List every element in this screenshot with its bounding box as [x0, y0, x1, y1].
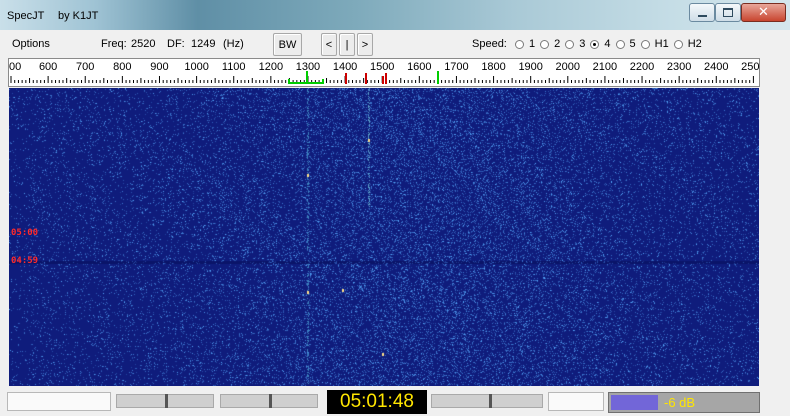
speed-radio-group: 1 2 3 4 5 H1 H2	[515, 37, 707, 51]
df-value: 1249	[191, 38, 216, 50]
df-label: DF:	[167, 38, 185, 50]
close-button[interactable]: ✕	[741, 3, 786, 22]
status-field-mid	[548, 392, 604, 411]
radio-circle[interactable]	[540, 39, 550, 49]
slider-thumb[interactable]	[165, 394, 168, 408]
scale-tick-label: 2400	[704, 61, 728, 73]
right-margin	[760, 58, 790, 388]
toolbar: Options Freq: 2520 DF: 1249 (Hz) BW < | …	[0, 30, 790, 58]
speed-radio-label: 5	[629, 38, 636, 50]
freq-label: Freq:	[101, 38, 127, 50]
scale-tick-label: 1400	[333, 61, 357, 73]
speed-radio-label: H1	[654, 38, 669, 50]
app-byline: by K1JT	[58, 10, 99, 22]
contrast-slider[interactable]	[220, 394, 318, 408]
shift-right-button[interactable]: >	[357, 33, 373, 56]
title-bar: SpecJT by K1JT ✕	[0, 0, 790, 30]
scale-tick-label: 800	[113, 61, 131, 73]
signal-level-bar	[611, 395, 658, 410]
slider-thumb[interactable]	[269, 394, 272, 408]
scale-tick-label: 1700	[444, 61, 468, 73]
speed-radio-h1[interactable]: H1	[640, 37, 669, 51]
signal-level-text: -6 dB	[664, 395, 696, 410]
close-icon: ✕	[758, 5, 769, 20]
speed-radio-3[interactable]: 3	[565, 37, 585, 51]
app-title: SpecJT	[7, 10, 45, 22]
maximize-icon	[723, 8, 733, 17]
scale-tick-label: 1000	[184, 61, 208, 73]
utc-clock: 05:01:48	[327, 390, 427, 414]
waterfall-time-label: 04:59	[11, 256, 39, 266]
freq-value: 2520	[131, 38, 156, 50]
brightness-slider[interactable]	[116, 394, 214, 408]
scale-tick-label: 2500	[741, 61, 759, 73]
minimize-button[interactable]	[689, 3, 715, 22]
scale-tick-label: 2100	[593, 61, 617, 73]
scale-tick-label: 1600	[407, 61, 431, 73]
scale-tick-label: 1500	[370, 61, 394, 73]
hz-label: (Hz)	[223, 38, 244, 50]
shift-left-button[interactable]: <	[321, 33, 337, 56]
waterfall-display[interactable]: 05:00 04:59	[9, 88, 759, 386]
frequency-scale[interactable]: 00 600 700 800 900 1000 1100 1200 1300 1400 1500 16…	[8, 58, 760, 87]
scale-tick-label: 2000	[556, 61, 580, 73]
speed-label: Speed:	[472, 38, 507, 50]
scale-tick-label: 1900	[518, 61, 542, 73]
scale-tick-label: 700	[76, 61, 94, 73]
speed-radio-5[interactable]: 5	[615, 37, 636, 51]
speed-radio-2[interactable]: 2	[540, 37, 560, 51]
bw-button[interactable]: BW	[273, 33, 302, 56]
radio-circle[interactable]	[515, 39, 524, 49]
scale-tick-label: 1800	[481, 61, 505, 73]
radio-circle[interactable]	[590, 39, 600, 49]
status-field-left	[7, 392, 111, 411]
frequency-scale-svg: 00 600 700 800 900 1000 1100 1200 1300 1400 1500 16…	[9, 61, 759, 84]
speed-radio-h2[interactable]: H2	[673, 37, 702, 51]
speed-radio-1[interactable]: 1	[515, 37, 535, 51]
scale-tick-label: 00	[9, 61, 21, 73]
radio-circle[interactable]	[640, 39, 650, 49]
gain-slider[interactable]	[431, 394, 543, 408]
options-menu[interactable]: Options	[12, 38, 50, 50]
scale-tick-label: 1100	[222, 61, 246, 73]
speed-radio-label: 4	[604, 38, 611, 50]
waterfall-canvas	[9, 88, 759, 386]
scale-tick-label: 1200	[259, 61, 283, 73]
scale-tick-label: 900	[150, 61, 168, 73]
maximize-button[interactable]	[715, 3, 741, 22]
minimize-icon	[697, 14, 707, 17]
speed-radio-4[interactable]: 4	[590, 37, 611, 51]
scale-tick-label: 600	[39, 61, 57, 73]
speed-radio-label: 2	[554, 38, 561, 50]
slider-thumb[interactable]	[489, 394, 492, 408]
scale-tick-label: 2200	[630, 61, 654, 73]
radio-circle[interactable]	[673, 39, 683, 49]
waterfall-time-label: 05:00	[11, 228, 39, 238]
radio-circle[interactable]	[615, 39, 625, 49]
center-button[interactable]: |	[339, 33, 355, 56]
speed-radio-label: H2	[687, 38, 702, 50]
speed-radio-label: 3	[579, 38, 586, 50]
speed-radio-label: 1	[529, 38, 536, 50]
signal-level-meter: -6 dB	[608, 392, 760, 413]
radio-circle[interactable]	[565, 39, 575, 49]
scale-tick-label: 2300	[667, 61, 691, 73]
